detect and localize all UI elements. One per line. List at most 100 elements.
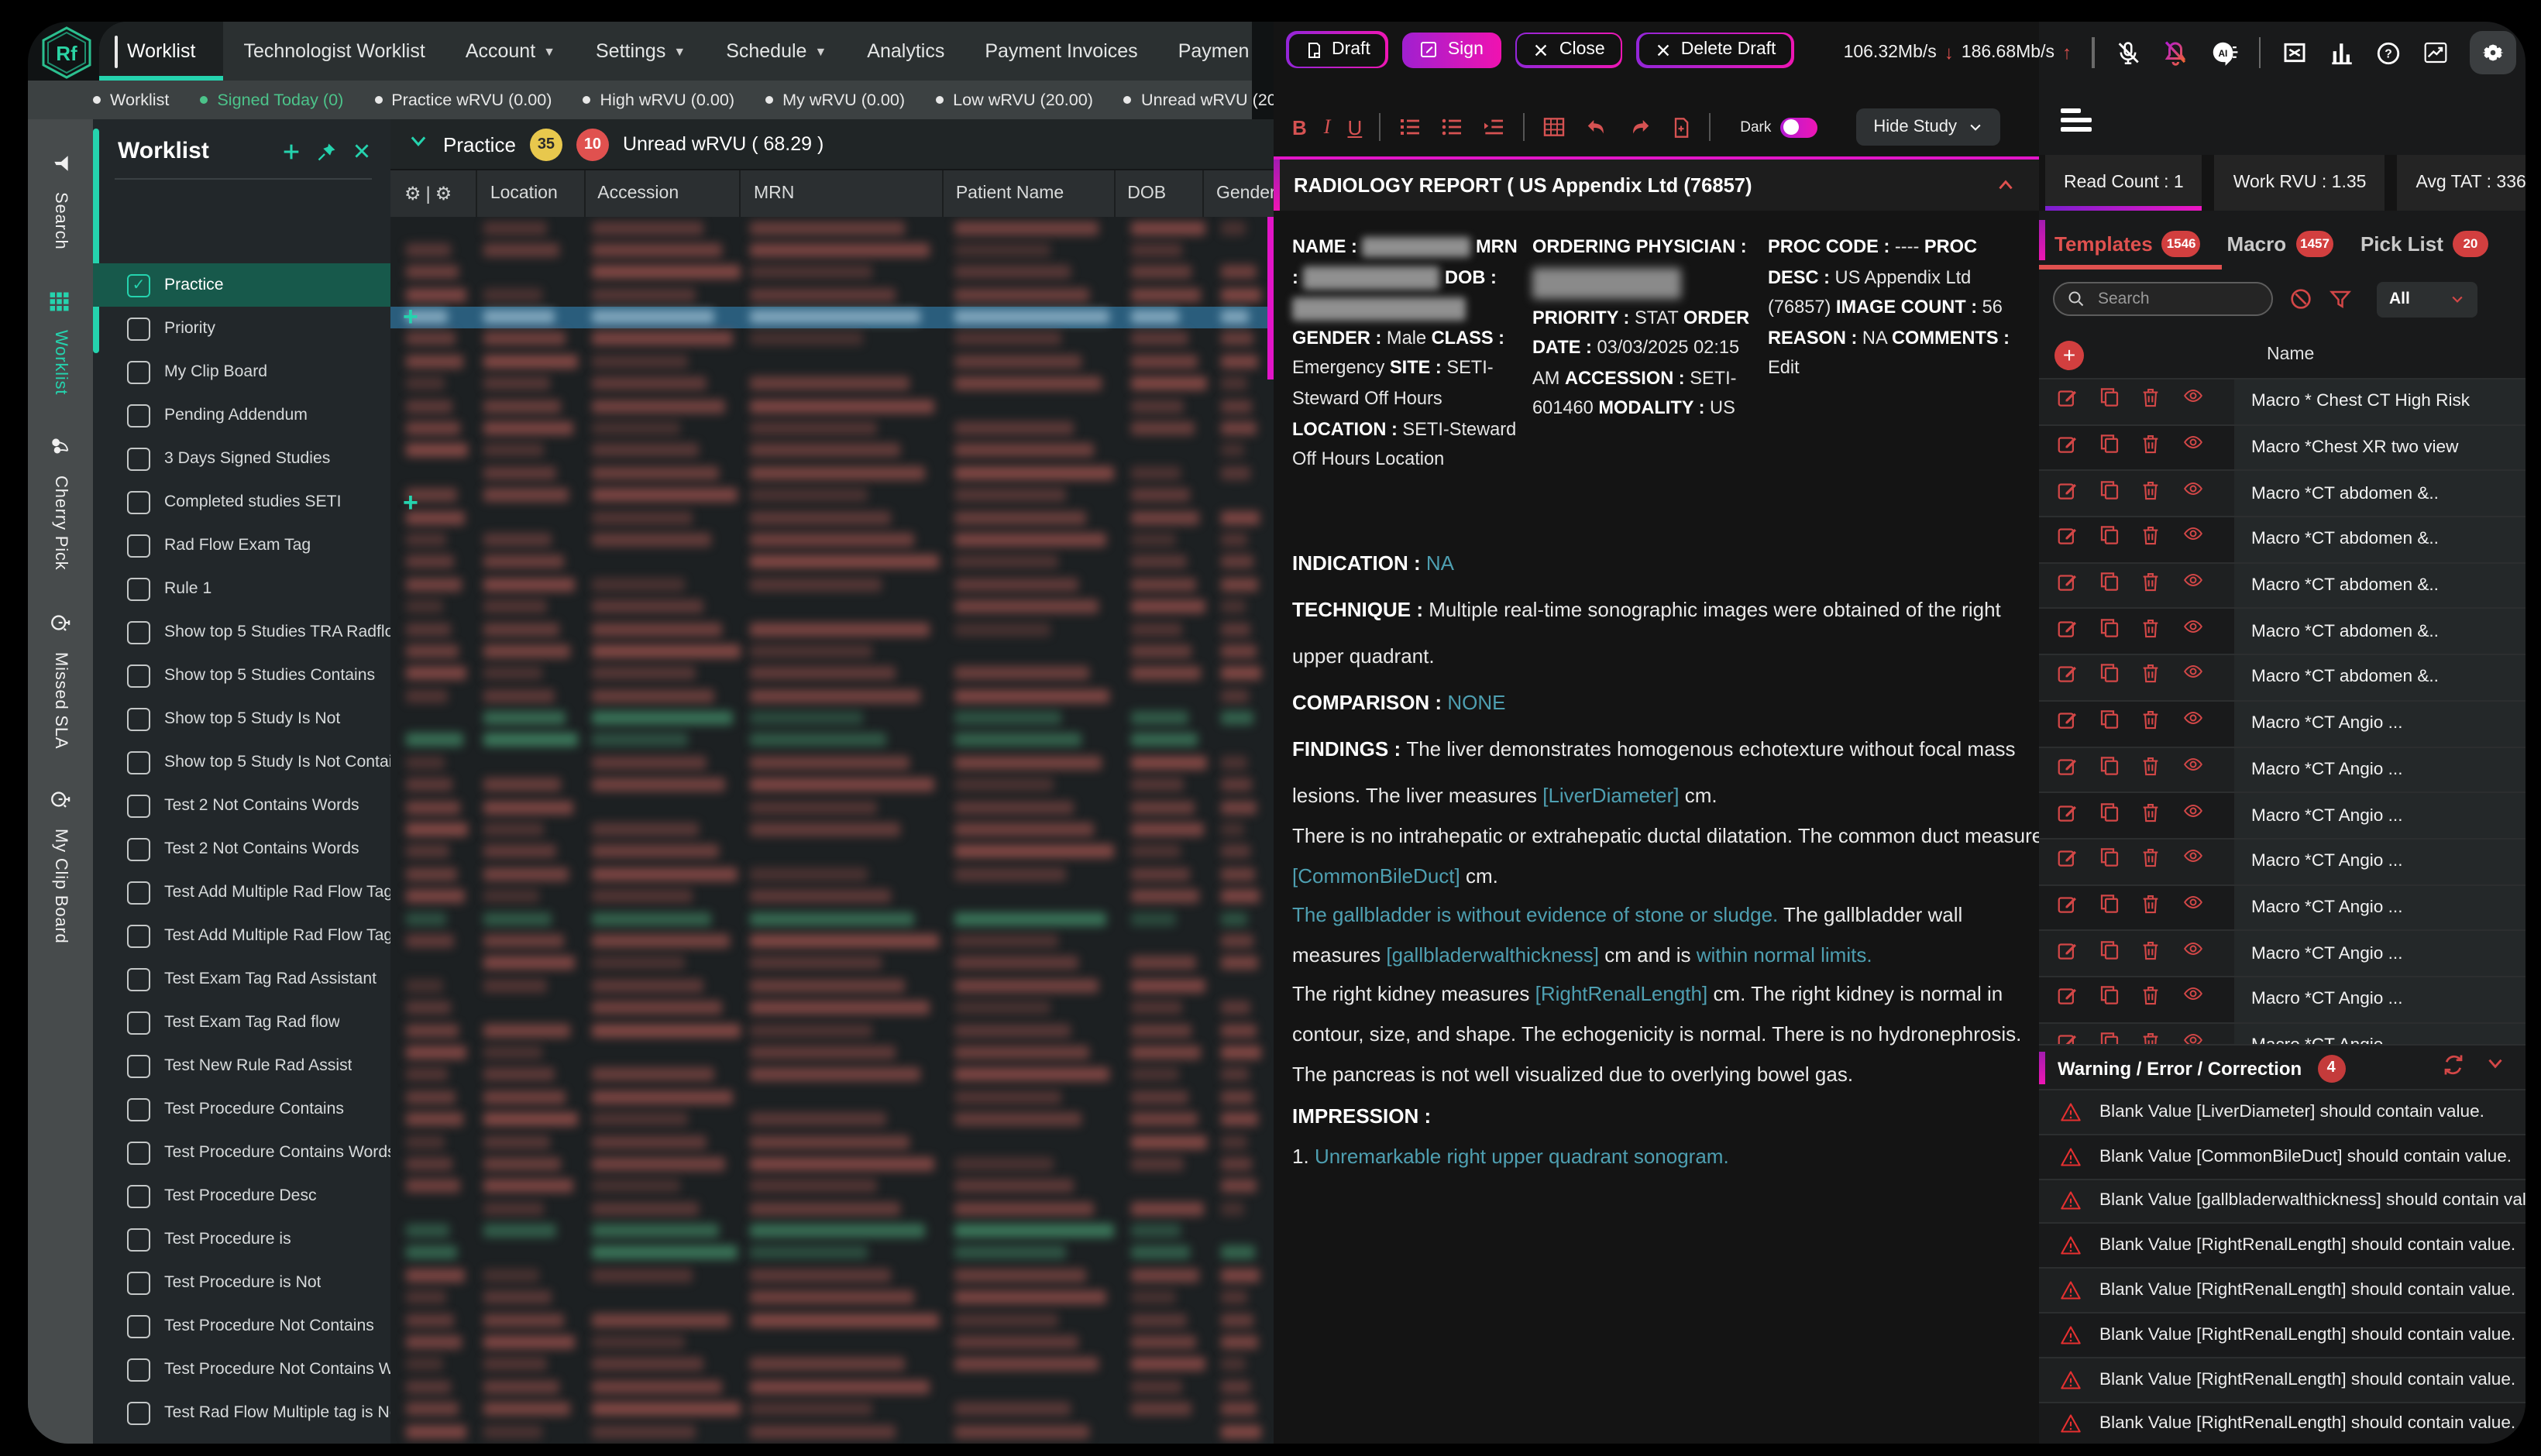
checkbox[interactable] bbox=[127, 750, 150, 774]
warning-section-header[interactable]: Warning / Error / Correction 4 bbox=[2039, 1044, 2526, 1090]
table-scrollbar[interactable] bbox=[1267, 217, 1274, 379]
checkbox[interactable] bbox=[127, 1141, 150, 1164]
tab-templates[interactable]: Templates1546 bbox=[2054, 230, 2201, 256]
sidebar-filter-item[interactable]: Test Exam Tag Rad Assistant bbox=[93, 957, 390, 1001]
active-worklist-tab[interactable]: Practice bbox=[443, 132, 516, 156]
search-box[interactable] bbox=[2053, 282, 2273, 316]
preview-icon[interactable] bbox=[2180, 984, 2206, 1015]
macro-row[interactable]: Macro *CT abdomen &.. bbox=[2039, 562, 2526, 608]
nav-item-worklist[interactable]: Worklist bbox=[99, 22, 223, 81]
macro-row[interactable]: Macro *CT abdomen &.. bbox=[2039, 654, 2526, 699]
table-row[interactable] bbox=[390, 217, 1274, 239]
search-input[interactable] bbox=[2095, 288, 2256, 310]
delete-icon[interactable] bbox=[2140, 938, 2161, 969]
copy-icon[interactable] bbox=[2098, 800, 2121, 831]
edit-icon[interactable] bbox=[2056, 1030, 2079, 1044]
table-row[interactable] bbox=[390, 596, 1274, 618]
delete-icon[interactable] bbox=[2140, 524, 2161, 555]
table-row[interactable] bbox=[390, 1376, 1274, 1399]
table-row[interactable] bbox=[390, 930, 1274, 953]
gear-icon[interactable]: ⚙ bbox=[435, 183, 452, 204]
edit-icon[interactable] bbox=[2056, 846, 2079, 877]
hide-study-dropdown[interactable]: Hide Study bbox=[1856, 108, 2000, 146]
checkbox[interactable] bbox=[127, 360, 150, 383]
macro-row[interactable]: Macro *CT Angio ... bbox=[2039, 746, 2526, 792]
sidebar-filter-item[interactable]: Pending Addendum bbox=[93, 393, 390, 437]
table-row[interactable] bbox=[390, 328, 1274, 351]
checkbox[interactable] bbox=[127, 1097, 150, 1121]
column-header-dob[interactable]: DOB bbox=[1113, 170, 1202, 217]
table-row[interactable] bbox=[390, 484, 1274, 507]
column-header-patient-name[interactable]: Patient Name bbox=[942, 170, 1113, 217]
edit-icon[interactable] bbox=[2056, 478, 2079, 509]
copy-icon[interactable] bbox=[2098, 524, 2121, 555]
checkbox[interactable] bbox=[127, 1228, 150, 1251]
column-header-mrn[interactable]: MRN bbox=[740, 170, 942, 217]
checkbox[interactable]: ✓ bbox=[127, 273, 150, 297]
preview-icon[interactable] bbox=[2180, 662, 2206, 693]
subnav-item[interactable]: High wRVU (0.00) bbox=[583, 91, 735, 109]
edit-icon[interactable] bbox=[2056, 938, 2079, 969]
preview-icon[interactable] bbox=[2180, 892, 2206, 923]
sidebar-filter-item[interactable]: Priority bbox=[93, 307, 390, 350]
table-row[interactable] bbox=[390, 1019, 1274, 1042]
table-row[interactable] bbox=[390, 417, 1274, 440]
table-row[interactable] bbox=[390, 752, 1274, 774]
checkbox[interactable] bbox=[127, 534, 150, 557]
checkbox[interactable] bbox=[127, 794, 150, 817]
preview-icon[interactable] bbox=[2180, 1030, 2206, 1044]
edit-icon[interactable] bbox=[2056, 524, 2079, 555]
refresh-icon[interactable] bbox=[2442, 1053, 2465, 1083]
table-row[interactable] bbox=[390, 730, 1274, 752]
nav-item-analytics[interactable]: Analytics bbox=[847, 22, 964, 81]
stat-tab[interactable]: Read Count : 1 bbox=[2045, 155, 2202, 211]
table-row[interactable] bbox=[390, 551, 1274, 574]
sidebar-filter-item[interactable]: Test Procedure Contains bbox=[93, 1087, 390, 1131]
delete-icon[interactable] bbox=[2140, 984, 2161, 1015]
table-row[interactable] bbox=[390, 864, 1274, 886]
copy-icon[interactable] bbox=[2098, 846, 2121, 877]
bar-chart-icon[interactable] bbox=[2329, 39, 2355, 66]
warning-row[interactable]: Blank Value [RightRenalLength] should co… bbox=[2039, 1401, 2526, 1444]
checkbox[interactable] bbox=[127, 924, 150, 947]
table-row[interactable] bbox=[390, 618, 1274, 640]
gear-icon[interactable]: ⚙ bbox=[404, 183, 421, 204]
warning-row[interactable]: Blank Value [RightRenalLength] should co… bbox=[2039, 1223, 2526, 1268]
bold-button[interactable]: B bbox=[1292, 115, 1307, 139]
edit-icon[interactable] bbox=[2056, 708, 2079, 739]
edit-icon[interactable] bbox=[2056, 662, 2079, 693]
macro-row[interactable]: Macro *CT Angio ... bbox=[2039, 792, 2526, 837]
copy-icon[interactable] bbox=[2098, 984, 2121, 1015]
macro-row[interactable]: Macro *CT abdomen &.. bbox=[2039, 516, 2526, 561]
checkbox[interactable] bbox=[127, 1184, 150, 1207]
subnav-item[interactable]: Low wRVU (20.00) bbox=[936, 91, 1093, 109]
sidebar-filter-item[interactable]: Test Exam Tag Rad flow bbox=[93, 1001, 390, 1044]
checkbox[interactable] bbox=[127, 1401, 150, 1424]
table-row[interactable] bbox=[390, 1242, 1274, 1265]
app-logo-icon[interactable]: Rf bbox=[37, 25, 96, 81]
table-row[interactable] bbox=[390, 997, 1274, 1019]
nav-item-schedule[interactable]: Schedule▼ bbox=[706, 22, 847, 81]
table-row[interactable] bbox=[390, 440, 1274, 462]
macro-row[interactable]: Macro *CT abdomen &.. bbox=[2039, 608, 2526, 654]
copy-icon[interactable] bbox=[2098, 754, 2121, 785]
table-row[interactable] bbox=[390, 707, 1274, 730]
sidebar-filter-item[interactable]: My Clip Board bbox=[93, 350, 390, 393]
preview-icon[interactable] bbox=[2180, 524, 2206, 555]
notifications-muted-icon[interactable] bbox=[2161, 39, 2189, 67]
macro-row[interactable]: Macro *CT Angio ... bbox=[2039, 838, 2526, 884]
close-button[interactable]: Close bbox=[1515, 32, 1623, 67]
preview-icon[interactable] bbox=[2180, 846, 2206, 877]
macro-row[interactable]: Macro *CT Angio ... bbox=[2039, 1022, 2526, 1044]
sidebar-filter-item[interactable]: Test Add Multiple Rad Flow Tag Cont.. bbox=[93, 914, 390, 957]
help-icon[interactable]: ? bbox=[2375, 39, 2402, 66]
table-row[interactable] bbox=[390, 1309, 1274, 1331]
close-icon[interactable] bbox=[352, 141, 372, 161]
checkbox[interactable] bbox=[127, 664, 150, 687]
table-row[interactable] bbox=[390, 574, 1274, 596]
preview-icon[interactable] bbox=[2180, 708, 2206, 739]
bullet-list-icon[interactable] bbox=[1439, 115, 1464, 139]
microphone-muted-icon[interactable] bbox=[2114, 39, 2140, 66]
sidebar-filter-item[interactable]: Rad Flow Exam Tag bbox=[93, 524, 390, 567]
column-header-accession[interactable]: Accession bbox=[583, 170, 740, 217]
